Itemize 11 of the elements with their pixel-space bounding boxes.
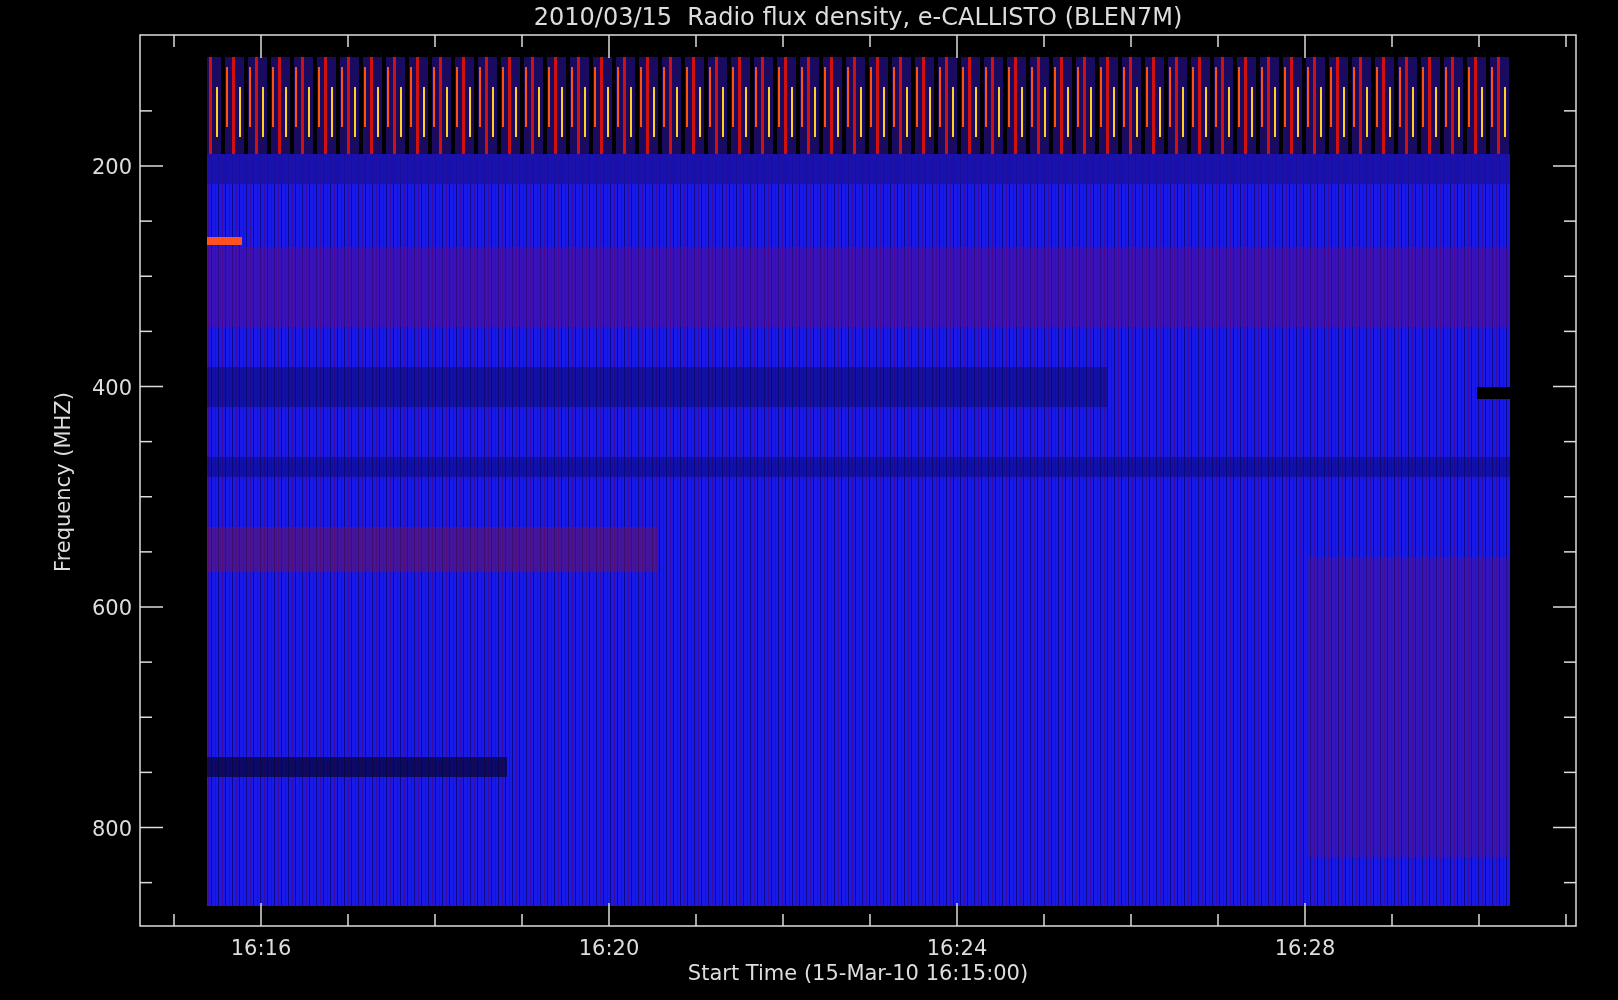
axis-tick-label: 16:24 xyxy=(926,936,988,960)
axis-tick-label: 800 xyxy=(91,816,132,841)
axis-tick-label: 600 xyxy=(91,596,132,620)
axis-tick-label: 16:20 xyxy=(578,936,640,960)
chart-title: 2010/03/15 Radio flux density, e-CALLISTO (BLEN7M) xyxy=(533,3,1183,31)
axis-tick-label: 400 xyxy=(91,375,132,400)
axis-tick-label: 16:28 xyxy=(1274,936,1336,960)
axis-title: Frequency (MHZ) xyxy=(51,392,75,572)
axis-tick-label: 200 xyxy=(91,155,132,179)
axis-tick-label: 16:16 xyxy=(230,936,292,960)
axis-title: Start Time (15-Mar-10 16:15:00) xyxy=(687,961,1029,985)
